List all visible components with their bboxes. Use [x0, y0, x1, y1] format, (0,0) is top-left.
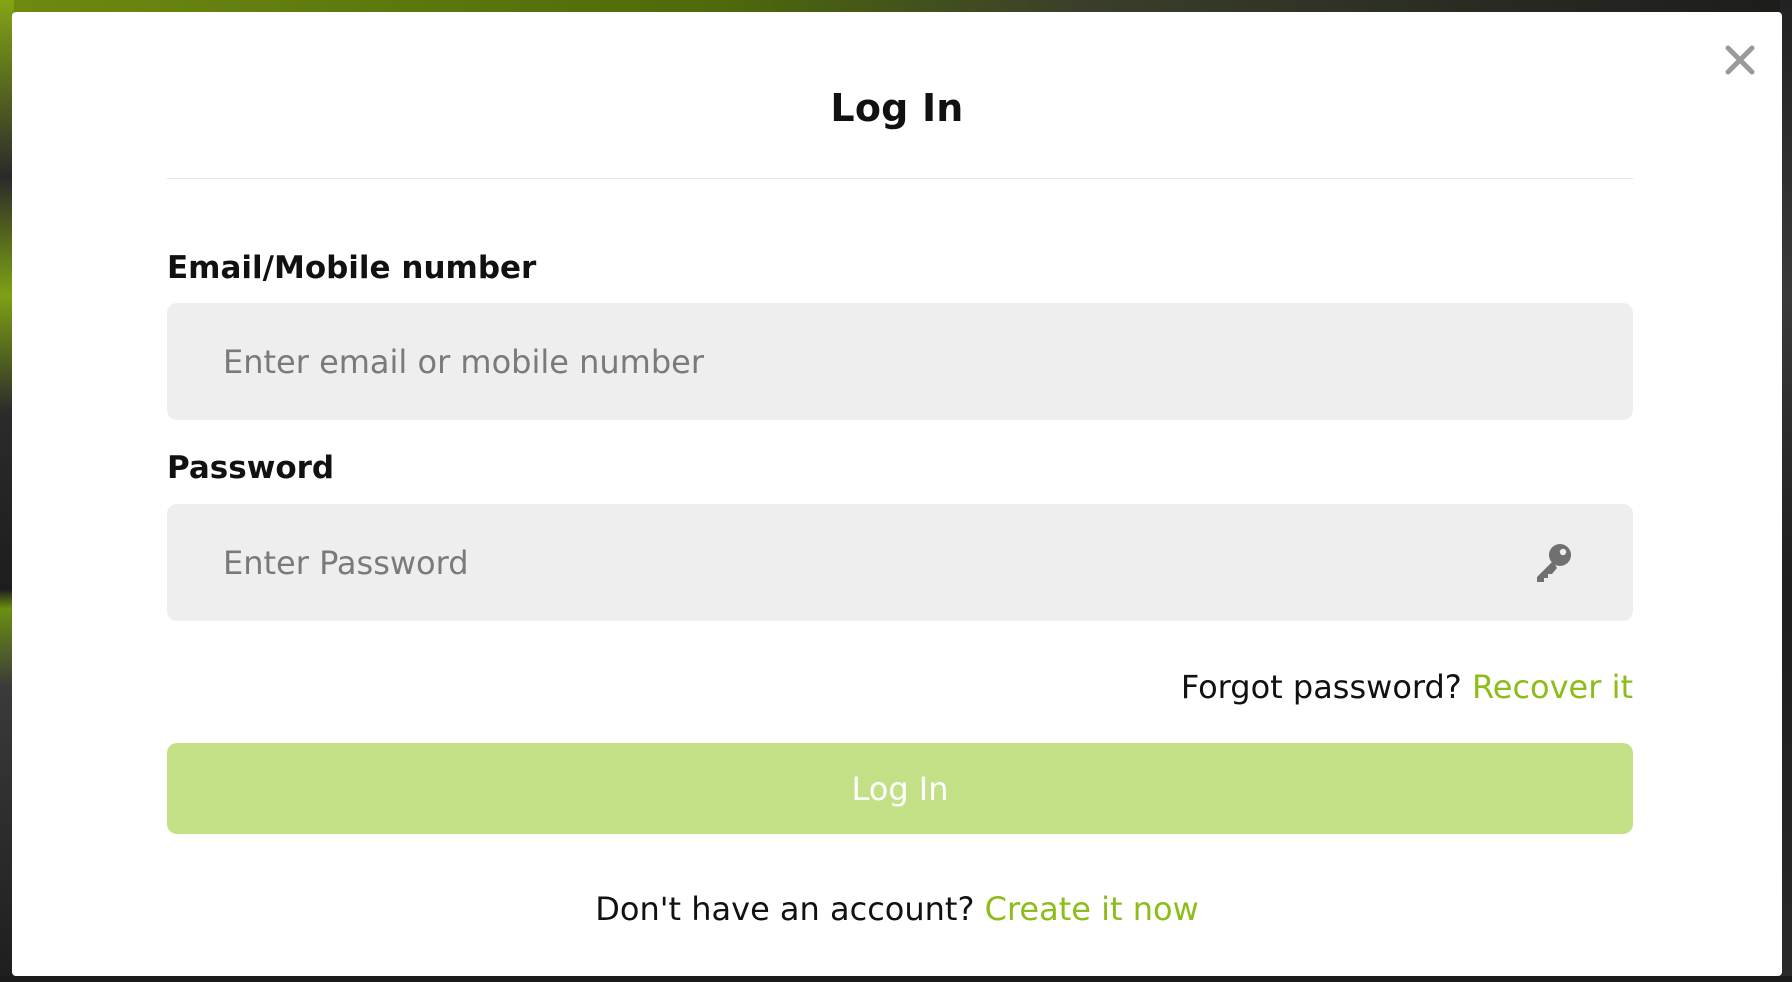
close-button[interactable] [1722, 42, 1758, 78]
modal-title: Log In [830, 86, 964, 130]
forgot-password-text: Forgot password? [1180, 668, 1462, 706]
background-image-strip [0, 0, 1792, 12]
recover-password-link[interactable]: Recover it [1472, 668, 1633, 706]
background-bottom-edge [0, 976, 1792, 982]
signup-prompt-text: Don't have an account? [595, 890, 975, 928]
email-field-container [167, 303, 1633, 420]
email-field[interactable] [223, 303, 1523, 420]
login-button[interactable]: Log In [167, 743, 1633, 834]
signup-row: Don't have an account? Create it now [12, 890, 1782, 928]
title-divider [167, 178, 1633, 179]
login-modal: Log In Email/Mobile number Password Forg… [12, 12, 1782, 976]
password-field[interactable] [223, 504, 1523, 621]
password-field-container [167, 504, 1633, 621]
close-icon [1725, 45, 1755, 75]
key-icon[interactable] [1531, 540, 1575, 584]
email-label: Email/Mobile number [167, 250, 537, 286]
forgot-password-row: Forgot password? Recover it [1181, 668, 1633, 706]
create-account-link[interactable]: Create it now [985, 890, 1199, 928]
password-label: Password [167, 450, 335, 486]
